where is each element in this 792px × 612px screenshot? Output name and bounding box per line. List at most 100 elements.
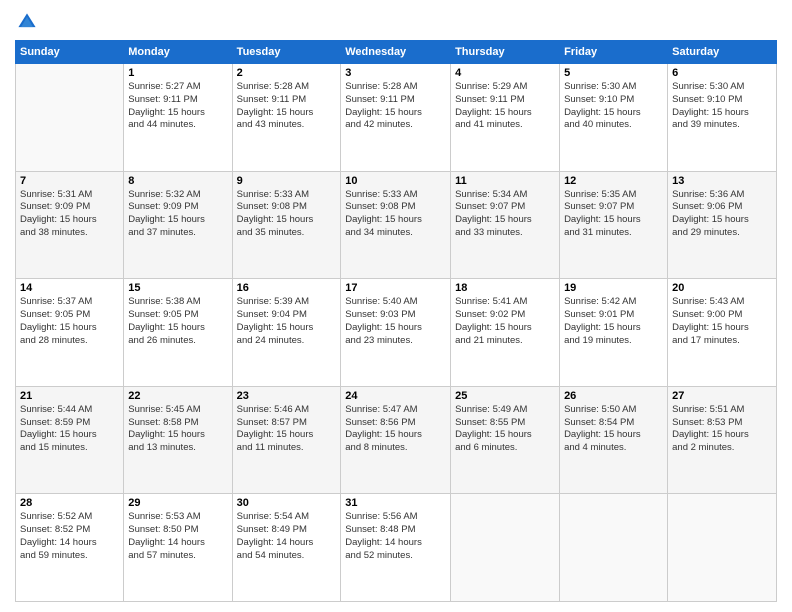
- day-info: Sunrise: 5:28 AMSunset: 9:11 PMDaylight:…: [237, 81, 337, 132]
- day-info: Sunrise: 5:42 AMSunset: 9:01 PMDaylight:…: [564, 296, 663, 347]
- calendar-cell: 2Sunrise: 5:28 AMSunset: 9:11 PMDaylight…: [232, 64, 341, 172]
- calendar-cell: 1 Sunrise: 5:27 AMSunset: 9:11 PMDaylight…: [124, 64, 232, 172]
- day-number: 16: [237, 282, 337, 294]
- calendar-cell: 29Sunrise: 5:53 AMSunset: 8:50 PMDayligh…: [124, 494, 232, 602]
- day-number: 28: [20, 497, 119, 509]
- day-number: 7: [20, 175, 119, 187]
- weekday-header-thursday: Thursday: [451, 41, 560, 64]
- calendar-cell: 22Sunrise: 5:45 AMSunset: 8:58 PMDayligh…: [124, 386, 232, 494]
- day-number: 23: [237, 390, 337, 402]
- day-info: Sunrise: 5:33 AMSunset: 9:08 PMDaylight:…: [345, 189, 446, 240]
- day-info: Sunrise: 5:30 AMSunset: 9:10 PMDaylight:…: [672, 81, 772, 132]
- day-number: 4: [455, 67, 555, 79]
- day-number: 31: [345, 497, 446, 509]
- calendar-cell: [451, 494, 560, 602]
- day-info: Sunrise: 5:43 AMSunset: 9:00 PMDaylight:…: [672, 296, 772, 347]
- calendar-cell: 16Sunrise: 5:39 AMSunset: 9:04 PMDayligh…: [232, 279, 341, 387]
- weekday-header-wednesday: Wednesday: [341, 41, 451, 64]
- calendar-cell: 23Sunrise: 5:46 AMSunset: 8:57 PMDayligh…: [232, 386, 341, 494]
- page: SundayMondayTuesdayWednesdayThursdayFrid…: [0, 0, 792, 612]
- calendar-week-row: 7 Sunrise: 5:31 AMSunset: 9:09 PMDaylight…: [16, 171, 777, 279]
- day-number: 9: [237, 175, 337, 187]
- day-number: 15: [128, 282, 227, 294]
- day-info: Sunrise: 5:49 AMSunset: 8:55 PMDaylight:…: [455, 404, 555, 455]
- weekday-header-saturday: Saturday: [668, 41, 777, 64]
- day-number: 14: [20, 282, 119, 294]
- day-number: 3: [345, 67, 446, 79]
- day-info: Sunrise: 5:37 AMSunset: 9:05 PMDaylight:…: [20, 296, 119, 347]
- day-number: 13: [672, 175, 772, 187]
- calendar-cell: 31Sunrise: 5:56 AMSunset: 8:48 PMDayligh…: [341, 494, 451, 602]
- calendar-cell: 10 Sunrise: 5:33 AMSunset: 9:08 PMDayligh…: [341, 171, 451, 279]
- calendar-cell: 17Sunrise: 5:40 AMSunset: 9:03 PMDayligh…: [341, 279, 451, 387]
- day-number: 1: [128, 67, 227, 79]
- day-number: 10: [345, 175, 446, 187]
- calendar-cell: 3 Sunrise: 5:28 AMSunset: 9:11 PMDaylight…: [341, 64, 451, 172]
- calendar-cell: 21Sunrise: 5:44 AMSunset: 8:59 PMDayligh…: [16, 386, 124, 494]
- day-info: Sunrise: 5:34 AMSunset: 9:07 PMDaylight:…: [455, 189, 555, 240]
- calendar-cell: 15 Sunrise: 5:38 AMSunset: 9:05 PMDayligh…: [124, 279, 232, 387]
- day-number: 12: [564, 175, 663, 187]
- calendar-week-row: 14 Sunrise: 5:37 AMSunset: 9:05 PMDayligh…: [16, 279, 777, 387]
- day-info: Sunrise: 5:28 AMSunset: 9:11 PMDaylight:…: [345, 81, 446, 132]
- day-number: 18: [455, 282, 555, 294]
- day-number: 24: [345, 390, 446, 402]
- calendar-week-row: 21Sunrise: 5:44 AMSunset: 8:59 PMDayligh…: [16, 386, 777, 494]
- calendar-week-row: 28 Sunrise: 5:52 AMSunset: 8:52 PMDayligh…: [16, 494, 777, 602]
- calendar-cell: 6 Sunrise: 5:30 AMSunset: 9:10 PMDaylight…: [668, 64, 777, 172]
- calendar-cell: 20 Sunrise: 5:43 AMSunset: 9:00 PMDayligh…: [668, 279, 777, 387]
- day-info: Sunrise: 5:33 AMSunset: 9:08 PMDaylight:…: [237, 189, 337, 240]
- day-info: Sunrise: 5:52 AMSunset: 8:52 PMDaylight:…: [20, 511, 119, 562]
- calendar-header-row: SundayMondayTuesdayWednesdayThursdayFrid…: [16, 41, 777, 64]
- calendar-cell: 13 Sunrise: 5:36 AMSunset: 9:06 PMDayligh…: [668, 171, 777, 279]
- calendar-cell: [560, 494, 668, 602]
- weekday-header-tuesday: Tuesday: [232, 41, 341, 64]
- day-number: 19: [564, 282, 663, 294]
- calendar-cell: 14 Sunrise: 5:37 AMSunset: 9:05 PMDayligh…: [16, 279, 124, 387]
- day-info: Sunrise: 5:50 AMSunset: 8:54 PMDaylight:…: [564, 404, 663, 455]
- logo: [15, 10, 43, 34]
- day-number: 22: [128, 390, 227, 402]
- day-number: 5: [564, 67, 663, 79]
- weekday-header-sunday: Sunday: [16, 41, 124, 64]
- day-info: Sunrise: 5:35 AMSunset: 9:07 PMDaylight:…: [564, 189, 663, 240]
- day-info: Sunrise: 5:41 AMSunset: 9:02 PMDaylight:…: [455, 296, 555, 347]
- header: [15, 10, 777, 34]
- weekday-header-friday: Friday: [560, 41, 668, 64]
- calendar-cell: 18 Sunrise: 5:41 AMSunset: 9:02 PMDayligh…: [451, 279, 560, 387]
- calendar-cell: 12 Sunrise: 5:35 AMSunset: 9:07 PMDayligh…: [560, 171, 668, 279]
- calendar-cell: 5 Sunrise: 5:30 AMSunset: 9:10 PMDaylight…: [560, 64, 668, 172]
- day-info: Sunrise: 5:40 AMSunset: 9:03 PMDaylight:…: [345, 296, 446, 347]
- day-info: Sunrise: 5:36 AMSunset: 9:06 PMDaylight:…: [672, 189, 772, 240]
- calendar-cell: 7 Sunrise: 5:31 AMSunset: 9:09 PMDaylight…: [16, 171, 124, 279]
- calendar-cell: 27Sunrise: 5:51 AMSunset: 8:53 PMDayligh…: [668, 386, 777, 494]
- day-number: 21: [20, 390, 119, 402]
- calendar-week-row: 1 Sunrise: 5:27 AMSunset: 9:11 PMDaylight…: [16, 64, 777, 172]
- calendar-cell: 28 Sunrise: 5:52 AMSunset: 8:52 PMDayligh…: [16, 494, 124, 602]
- day-number: 6: [672, 67, 772, 79]
- calendar-table: SundayMondayTuesdayWednesdayThursdayFrid…: [15, 40, 777, 602]
- calendar-cell: 25 Sunrise: 5:49 AMSunset: 8:55 PMDayligh…: [451, 386, 560, 494]
- calendar-cell: 30Sunrise: 5:54 AMSunset: 8:49 PMDayligh…: [232, 494, 341, 602]
- day-number: 20: [672, 282, 772, 294]
- day-info: Sunrise: 5:38 AMSunset: 9:05 PMDaylight:…: [128, 296, 227, 347]
- calendar-cell: 4 Sunrise: 5:29 AMSunset: 9:11 PMDaylight…: [451, 64, 560, 172]
- calendar-body: 1 Sunrise: 5:27 AMSunset: 9:11 PMDaylight…: [16, 64, 777, 602]
- calendar-cell: 19 Sunrise: 5:42 AMSunset: 9:01 PMDayligh…: [560, 279, 668, 387]
- day-info: Sunrise: 5:54 AMSunset: 8:49 PMDaylight:…: [237, 511, 337, 562]
- day-number: 25: [455, 390, 555, 402]
- day-number: 29: [128, 497, 227, 509]
- calendar-cell: [668, 494, 777, 602]
- day-number: 8: [128, 175, 227, 187]
- day-info: Sunrise: 5:51 AMSunset: 8:53 PMDaylight:…: [672, 404, 772, 455]
- calendar-cell: 26Sunrise: 5:50 AMSunset: 8:54 PMDayligh…: [560, 386, 668, 494]
- weekday-header-monday: Monday: [124, 41, 232, 64]
- calendar-cell: [16, 64, 124, 172]
- logo-icon: [15, 10, 39, 34]
- day-info: Sunrise: 5:27 AMSunset: 9:11 PMDaylight:…: [128, 81, 227, 132]
- day-info: Sunrise: 5:30 AMSunset: 9:10 PMDaylight:…: [564, 81, 663, 132]
- day-info: Sunrise: 5:31 AMSunset: 9:09 PMDaylight:…: [20, 189, 119, 240]
- day-info: Sunrise: 5:29 AMSunset: 9:11 PMDaylight:…: [455, 81, 555, 132]
- day-info: Sunrise: 5:32 AMSunset: 9:09 PMDaylight:…: [128, 189, 227, 240]
- day-info: Sunrise: 5:47 AMSunset: 8:56 PMDaylight:…: [345, 404, 446, 455]
